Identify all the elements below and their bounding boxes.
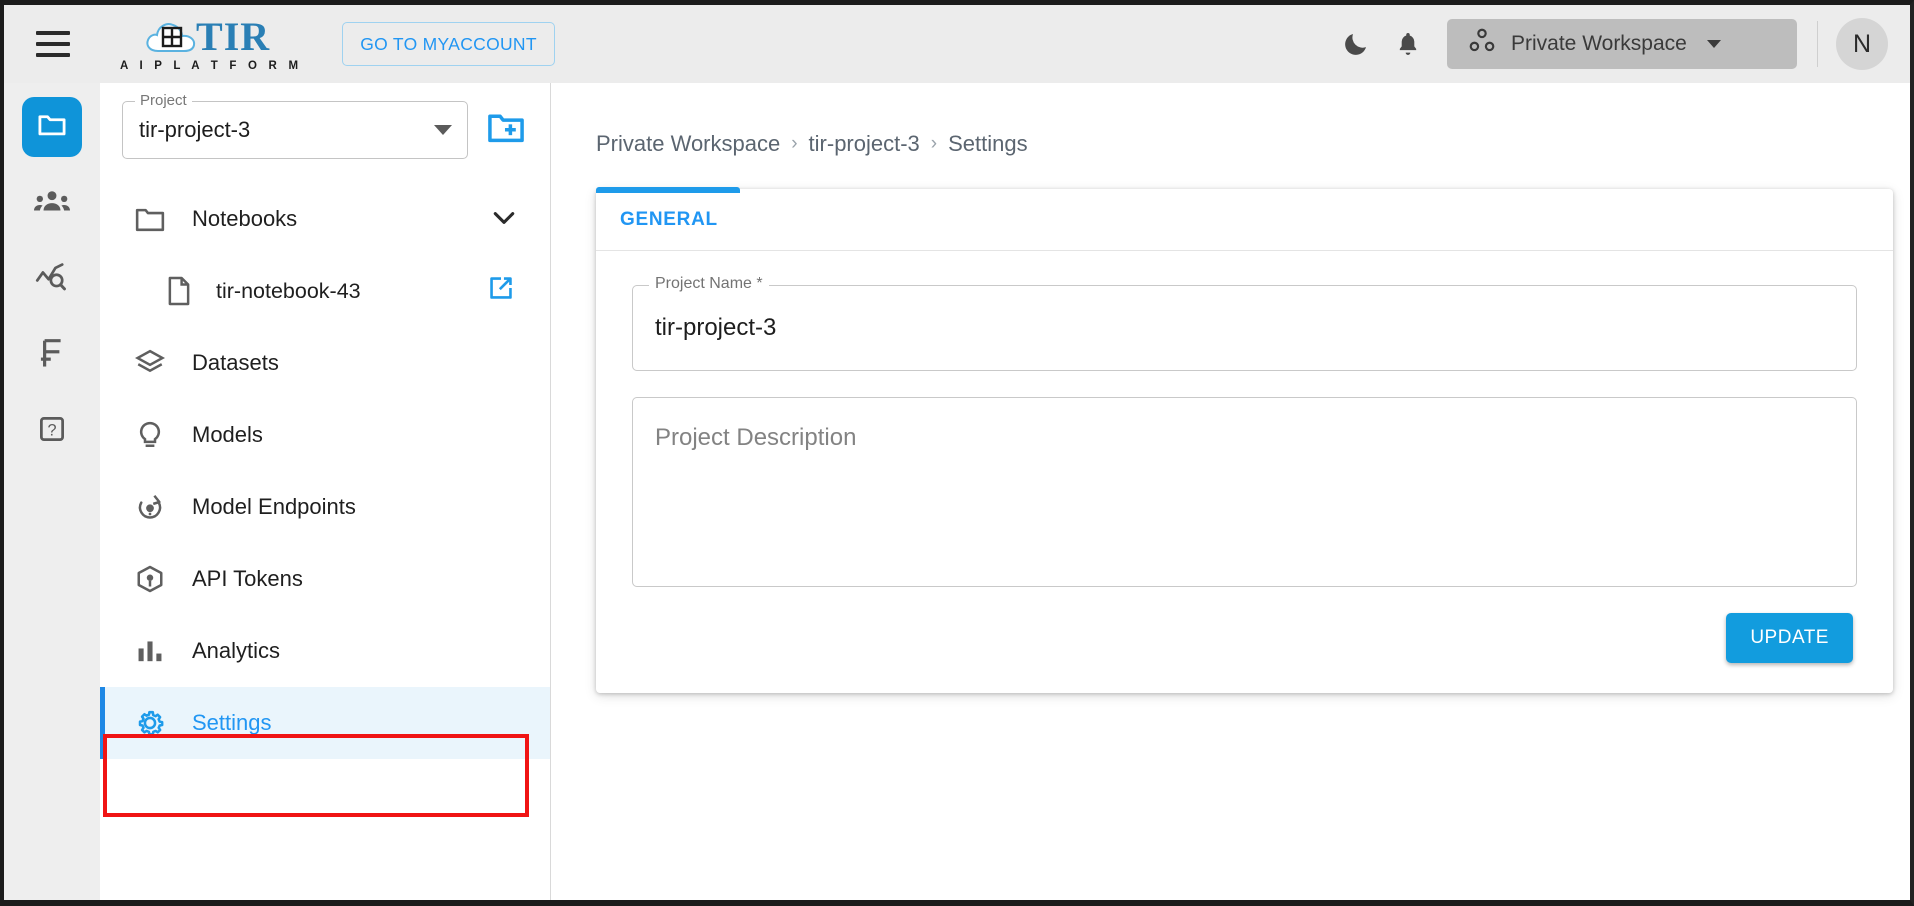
avatar[interactable]: N [1836, 18, 1888, 70]
sidebar-item-models[interactable]: Models [100, 399, 550, 471]
project-select-legend: Project [135, 92, 192, 109]
breadcrumb-item-project[interactable]: tir-project-3 [809, 131, 920, 157]
project-sidebar: Project tir-project-3 Notebooks tir-note… [100, 83, 551, 900]
card-tab-bar: GENERAL [596, 186, 1893, 251]
gear-icon [130, 707, 170, 739]
bar-chart-icon [130, 638, 170, 664]
project-select-value: tir-project-3 [139, 117, 251, 142]
file-icon [162, 276, 196, 306]
people-group-icon [34, 188, 70, 219]
chevron-down-icon[interactable] [492, 206, 516, 232]
project-name-value: tir-project-3 [655, 314, 777, 341]
sidebar-item-label: API Tokens [192, 566, 303, 591]
hamburger-menu-icon[interactable] [36, 31, 70, 57]
svg-text:?: ? [47, 421, 56, 439]
brand-logo: TIR A I P L A T F O R M [112, 13, 303, 72]
update-button[interactable]: UPDATE [1726, 613, 1853, 663]
sidebar-item-analytics[interactable]: Analytics [100, 615, 550, 687]
project-nav-list: Notebooks tir-notebook-43 Datasets Model… [100, 183, 550, 759]
sidebar-item-model-endpoints[interactable]: Model Endpoints [100, 471, 550, 543]
chevron-down-icon [434, 125, 452, 135]
sidebar-item-label: Datasets [192, 350, 279, 375]
go-to-myaccount-button[interactable]: GO TO MYACCOUNT [342, 22, 555, 66]
rail-item-projects[interactable] [22, 97, 82, 157]
cube-icon [130, 564, 170, 594]
rail-item-team[interactable] [22, 173, 82, 233]
sidebar-item-api-tokens[interactable]: API Tokens [100, 543, 550, 615]
tab-general[interactable]: GENERAL [596, 186, 740, 251]
chart-search-icon [35, 262, 69, 297]
sidebar-item-label: Analytics [192, 638, 281, 663]
folder-icon [36, 111, 68, 144]
brand-name: TIR [196, 13, 271, 59]
folder-plus-icon [487, 111, 525, 150]
sidebar-item-label: Settings [192, 710, 272, 735]
main-content: Private Workspace › tir-project-3 › Sett… [552, 83, 1910, 900]
sidebar-item-label: Model Endpoints [192, 494, 356, 519]
sidebar-item-settings[interactable]: Settings [100, 687, 550, 759]
layers-icon [130, 348, 170, 378]
new-project-button[interactable] [482, 106, 530, 154]
card-actions: UPDATE [632, 587, 1857, 667]
app-window: TIR A I P L A T F O R M GO TO MYACCOUNT … [0, 0, 1914, 906]
project-description-placeholder: Project Description [655, 424, 857, 451]
settings-card: GENERAL Project Name * tir-project-3 Pro… [596, 186, 1893, 693]
workspace-selector[interactable]: Private Workspace [1447, 19, 1797, 69]
rupee-f-icon [39, 337, 65, 374]
endpoint-icon [130, 492, 170, 522]
breadcrumb-separator: › [930, 133, 938, 154]
appbar-divider [1817, 21, 1818, 67]
cloud-logo-icon [144, 17, 200, 57]
rail-item-monitoring[interactable] [22, 249, 82, 309]
breadcrumb: Private Workspace › tir-project-3 › Sett… [574, 131, 1862, 157]
chevron-down-icon [1706, 40, 1721, 48]
rail-item-help[interactable]: ? [22, 401, 82, 461]
sidebar-item-label: Notebooks [192, 206, 298, 231]
folder-outline-icon [130, 206, 170, 233]
project-selector-row: Project tir-project-3 [100, 83, 550, 159]
workspace-group-icon [1467, 28, 1497, 60]
workspace-label: Private Workspace [1511, 32, 1687, 55]
bell-icon[interactable] [1385, 21, 1431, 67]
brand-tagline: A I P L A T F O R M [120, 59, 303, 72]
external-link-icon[interactable] [488, 275, 514, 307]
lightbulb-icon [130, 420, 170, 450]
card-body: Project Name * tir-project-3 Project Des… [596, 251, 1893, 693]
icon-rail: ? [4, 83, 100, 900]
breadcrumb-item-current: Settings [948, 131, 1028, 156]
sidebar-item-label: tir-notebook-43 [216, 278, 361, 303]
project-name-field[interactable]: Project Name * tir-project-3 [632, 275, 1857, 371]
sidebar-item-tir-notebook-43[interactable]: tir-notebook-43 [100, 255, 550, 327]
breadcrumb-separator: › [791, 133, 798, 154]
sidebar-item-label: Models [192, 422, 263, 447]
sidebar-item-datasets[interactable]: Datasets [100, 327, 550, 399]
project-name-label: Project Name * [649, 275, 769, 293]
sidebar-item-notebooks[interactable]: Notebooks [100, 183, 550, 255]
project-select[interactable]: Project tir-project-3 [122, 92, 468, 159]
top-app-bar: TIR A I P L A T F O R M GO TO MYACCOUNT … [4, 5, 1910, 83]
breadcrumb-item-workspace[interactable]: Private Workspace [596, 131, 780, 157]
project-description-field[interactable]: Project Description [632, 397, 1857, 587]
moon-icon[interactable] [1333, 21, 1379, 67]
question-box-icon: ? [37, 414, 67, 449]
rail-item-billing[interactable] [22, 325, 82, 385]
